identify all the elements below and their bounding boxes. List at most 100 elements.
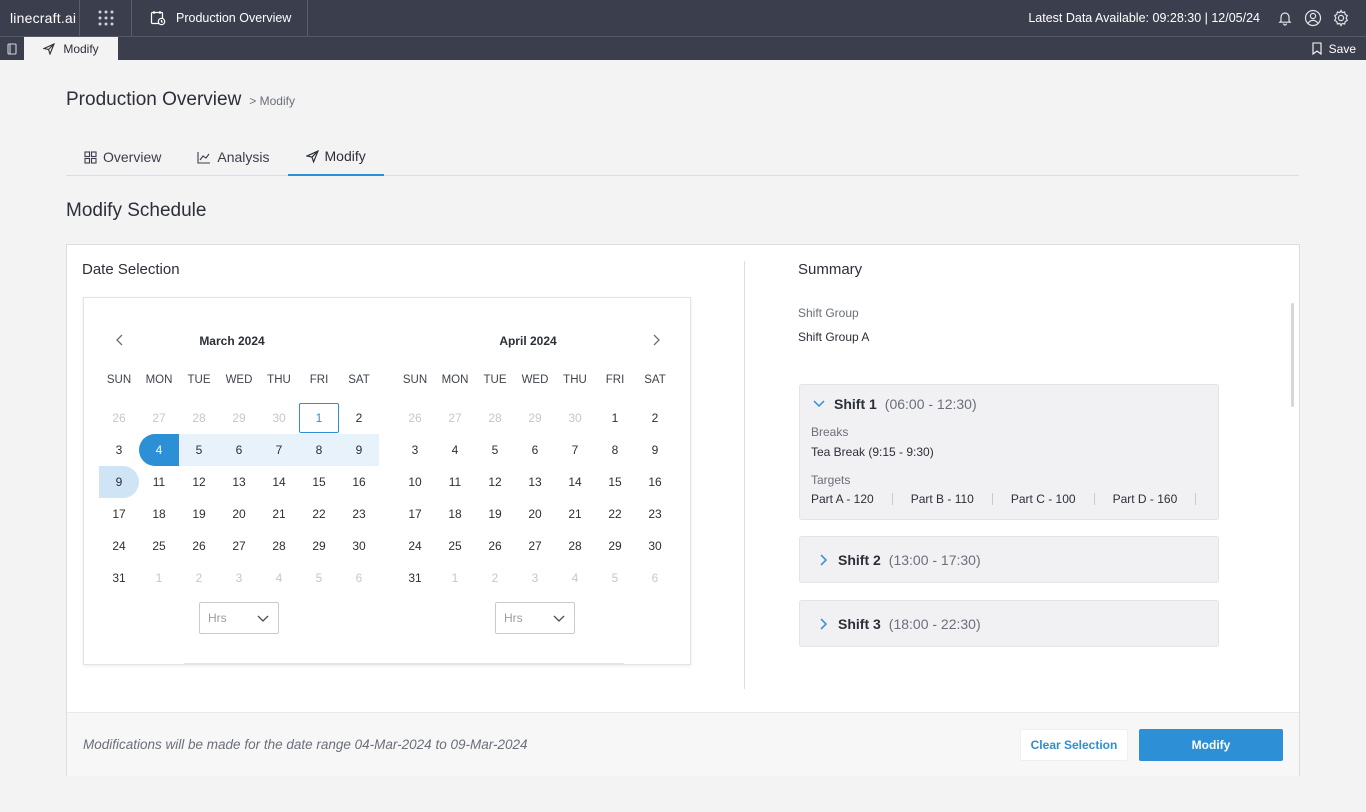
calendar-day[interactable]: 17 bbox=[395, 498, 435, 530]
calendar-day[interactable]: 30 bbox=[339, 530, 379, 562]
calendar-day[interactable]: 21 bbox=[259, 498, 299, 530]
app-tab-production-overview[interactable]: Production Overview bbox=[132, 0, 309, 36]
calendar-day[interactable]: 16 bbox=[635, 466, 675, 498]
calendar-day[interactable]: 9 bbox=[339, 434, 379, 466]
shift-2-header[interactable]: Shift 2 (13:00 - 17:30) bbox=[818, 552, 981, 568]
calendar-day[interactable]: 12 bbox=[179, 466, 219, 498]
day-number: 22 bbox=[608, 507, 622, 521]
save-button[interactable]: Save bbox=[1311, 42, 1366, 56]
calendar-day[interactable]: 22 bbox=[299, 498, 339, 530]
calendar-day[interactable]: 13 bbox=[219, 466, 259, 498]
day-number: 12 bbox=[192, 475, 206, 489]
calendar-day[interactable]: 28 bbox=[555, 530, 595, 562]
calendar-day[interactable]: 9 bbox=[99, 466, 139, 498]
day-number: 20 bbox=[528, 507, 542, 521]
calendar-day[interactable]: 21 bbox=[555, 498, 595, 530]
calendar-day: 28 bbox=[179, 402, 219, 434]
calendar-day[interactable]: 6 bbox=[515, 434, 555, 466]
calendar-day[interactable]: 8 bbox=[595, 434, 635, 466]
calendar-day[interactable]: 16 bbox=[339, 466, 379, 498]
app-logo[interactable]: linecraft.ai bbox=[0, 0, 80, 36]
calendar-day[interactable]: 2 bbox=[635, 402, 675, 434]
calendar-day[interactable]: 13 bbox=[515, 466, 555, 498]
calendar-day[interactable]: 29 bbox=[595, 530, 635, 562]
section-heading: Modify Schedule bbox=[66, 200, 207, 221]
tab-modify[interactable]: Modify bbox=[287, 138, 384, 176]
calendar-day[interactable]: 29 bbox=[299, 530, 339, 562]
shift-3-header[interactable]: Shift 3 (18:00 - 22:30) bbox=[818, 616, 981, 632]
calendar-day[interactable]: 27 bbox=[515, 530, 555, 562]
shift-card-2[interactable]: Shift 2 (13:00 - 17:30) bbox=[799, 536, 1219, 583]
calendar-day[interactable]: 3 bbox=[395, 434, 435, 466]
bookmark-toggle[interactable] bbox=[0, 37, 24, 61]
month-title: April 2024 bbox=[499, 334, 557, 348]
shift-time: (13:00 - 17:30) bbox=[888, 552, 981, 568]
hours-select[interactable]: Hrs bbox=[495, 602, 575, 634]
bell-icon[interactable] bbox=[1276, 9, 1294, 27]
day-number: 15 bbox=[312, 475, 326, 489]
calendar-day[interactable]: 11 bbox=[435, 466, 475, 498]
calendar-day[interactable]: 23 bbox=[339, 498, 379, 530]
clear-selection-button[interactable]: Clear Selection bbox=[1020, 729, 1128, 761]
calendar-day[interactable]: 19 bbox=[475, 498, 515, 530]
calendar-day[interactable]: 11 bbox=[139, 466, 179, 498]
calendar-day[interactable]: 20 bbox=[515, 498, 555, 530]
calendar-day[interactable]: 9 bbox=[635, 434, 675, 466]
weekday: SAT bbox=[348, 374, 370, 386]
calendar-day[interactable]: 7 bbox=[555, 434, 595, 466]
calendar-day[interactable]: 31 bbox=[395, 562, 435, 594]
shift-1-header[interactable]: Shift 1 (06:00 - 12:30) bbox=[812, 396, 977, 412]
calendar-day[interactable]: 7 bbox=[259, 434, 299, 466]
gear-icon[interactable] bbox=[1332, 9, 1350, 27]
day-number: 4 bbox=[571, 571, 579, 585]
calendar-day[interactable]: 24 bbox=[395, 530, 435, 562]
calendar-day[interactable]: 27 bbox=[219, 530, 259, 562]
weekday: WED bbox=[225, 374, 253, 386]
calendar-day[interactable]: 2 bbox=[339, 402, 379, 434]
calendar-day[interactable]: 3 bbox=[99, 434, 139, 466]
calendar-day[interactable]: 25 bbox=[139, 530, 179, 562]
calendar-day[interactable]: 17 bbox=[99, 498, 139, 530]
calendar-day[interactable]: 10 bbox=[395, 466, 435, 498]
sub-bar: Modify Save bbox=[0, 36, 1366, 61]
day-number: 16 bbox=[352, 475, 366, 489]
hours-select[interactable]: Hrs bbox=[199, 602, 279, 634]
shift-card-3[interactable]: Shift 3 (18:00 - 22:30) bbox=[799, 600, 1219, 647]
picker-footer-line bbox=[184, 663, 624, 664]
modify-button[interactable]: Modify bbox=[1139, 729, 1283, 761]
calendar-day[interactable]: 15 bbox=[595, 466, 635, 498]
calendar-day[interactable]: 5 bbox=[179, 434, 219, 466]
calendar-day[interactable]: 8 bbox=[299, 434, 339, 466]
calendar-day[interactable]: 23 bbox=[635, 498, 675, 530]
calendar-day[interactable]: 30 bbox=[635, 530, 675, 562]
calendar-day[interactable]: 14 bbox=[259, 466, 299, 498]
calendar-day[interactable]: 26 bbox=[475, 530, 515, 562]
calendar-day[interactable]: 15 bbox=[299, 466, 339, 498]
calendar-day[interactable]: 18 bbox=[435, 498, 475, 530]
calendar-day[interactable]: 22 bbox=[595, 498, 635, 530]
day-number: 4 bbox=[275, 571, 283, 585]
calendar-day[interactable]: 19 bbox=[179, 498, 219, 530]
calendar-day[interactable]: 28 bbox=[259, 530, 299, 562]
calendar-day[interactable]: 25 bbox=[435, 530, 475, 562]
chevron-down-icon bbox=[553, 615, 565, 622]
user-icon[interactable] bbox=[1304, 9, 1322, 27]
calendar-day[interactable]: 24 bbox=[99, 530, 139, 562]
calendar-day[interactable]: 5 bbox=[475, 434, 515, 466]
subtab-modify[interactable]: Modify bbox=[24, 36, 118, 61]
calendar-day[interactable]: 31 bbox=[99, 562, 139, 594]
calendar-day[interactable]: 4 bbox=[139, 434, 179, 466]
calendar-day[interactable]: 26 bbox=[179, 530, 219, 562]
calendar-day[interactable]: 1 bbox=[595, 402, 635, 434]
app-grid-button[interactable] bbox=[80, 0, 132, 36]
calendar-day[interactable]: 6 bbox=[219, 434, 259, 466]
tab-overview[interactable]: Overview bbox=[66, 138, 179, 176]
calendar-day[interactable]: 4 bbox=[435, 434, 475, 466]
calendar-day[interactable]: 12 bbox=[475, 466, 515, 498]
calendar-day[interactable]: 20 bbox=[219, 498, 259, 530]
tab-analysis[interactable]: Analysis bbox=[179, 138, 287, 176]
calendar-day[interactable]: 1 bbox=[299, 402, 339, 434]
calendar-day[interactable]: 14 bbox=[555, 466, 595, 498]
summary-scrollbar[interactable] bbox=[1291, 303, 1294, 407]
calendar-day[interactable]: 18 bbox=[139, 498, 179, 530]
